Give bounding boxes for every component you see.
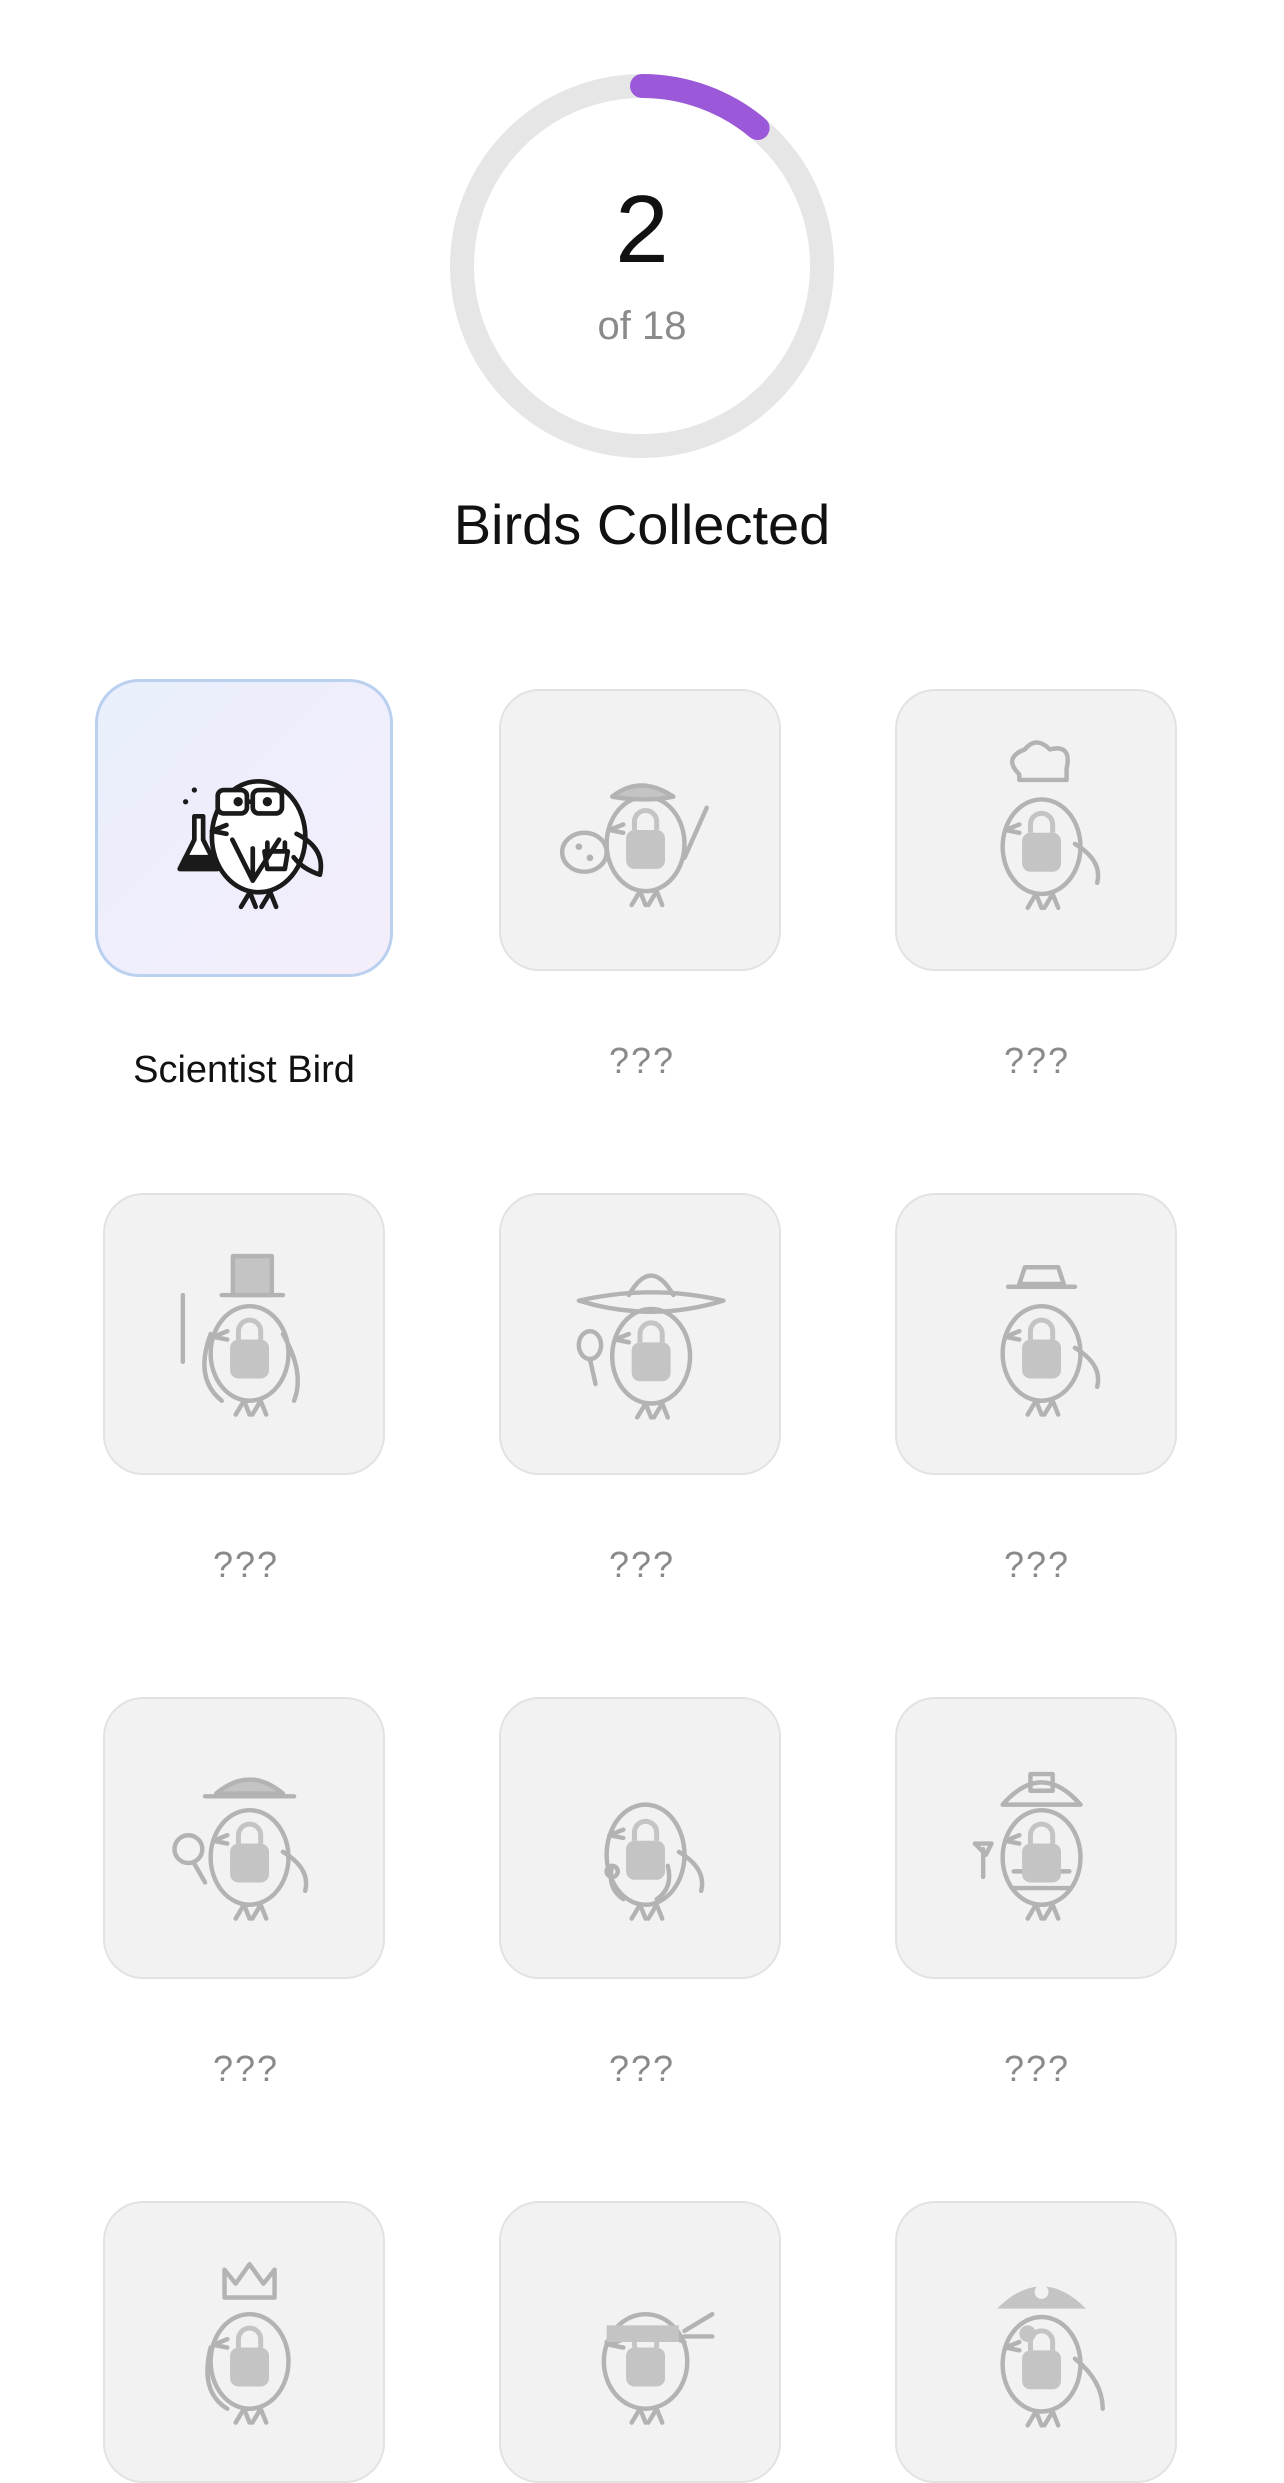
bird-card-locked[interactable] [499,689,781,971]
bird-card-locked[interactable] [895,2201,1177,2483]
fancy-bird-icon [1000,1265,1101,1417]
firefighter-bird-icon [972,1771,1083,1921]
pirate-bird-icon [997,2285,1105,2428]
detective-bird-icon [172,1777,309,1921]
bird-card-locked[interactable] [499,1697,781,1979]
doctor-bird-icon [604,1802,705,1921]
bird-card-locked[interactable] [103,1697,385,1979]
bird-card-locked[interactable] [895,1193,1177,1475]
bird-label: ??? [1003,2048,1071,2089]
bird-grid: Scientist Bird ??? ??? ??? ??? ??? ??? ?… [0,0,1284,2483]
bird-label: ??? [608,1040,676,1081]
king-bird-icon [205,2261,291,2425]
bird-label: ??? [212,2048,280,2089]
bird-label: ??? [212,1544,280,1585]
mariachi-bird-icon [576,1273,726,1420]
chef-bird-icon [1000,740,1101,911]
bird-card-locked[interactable] [103,2201,385,2483]
bird-card-locked[interactable] [499,2201,781,2483]
bird-card-locked[interactable] [499,1193,781,1475]
magician-bird-icon [180,1253,300,1417]
scientist-bird-icon [177,778,324,910]
bird-label: ??? [608,1544,676,1585]
bird-card-scientist[interactable] [95,679,393,977]
bird-label: ??? [608,2048,676,2089]
bird-card-locked[interactable] [895,1697,1177,1979]
bird-label: ??? [1003,1040,1071,1081]
bird-card-locked[interactable] [103,1193,385,1475]
bird-label: Scientist Bird [133,1049,355,1091]
ninja-bird-icon [601,2311,715,2425]
bird-label: ??? [1003,1544,1071,1585]
bird-card-locked[interactable] [895,689,1177,971]
painter-bird-icon [559,783,709,908]
